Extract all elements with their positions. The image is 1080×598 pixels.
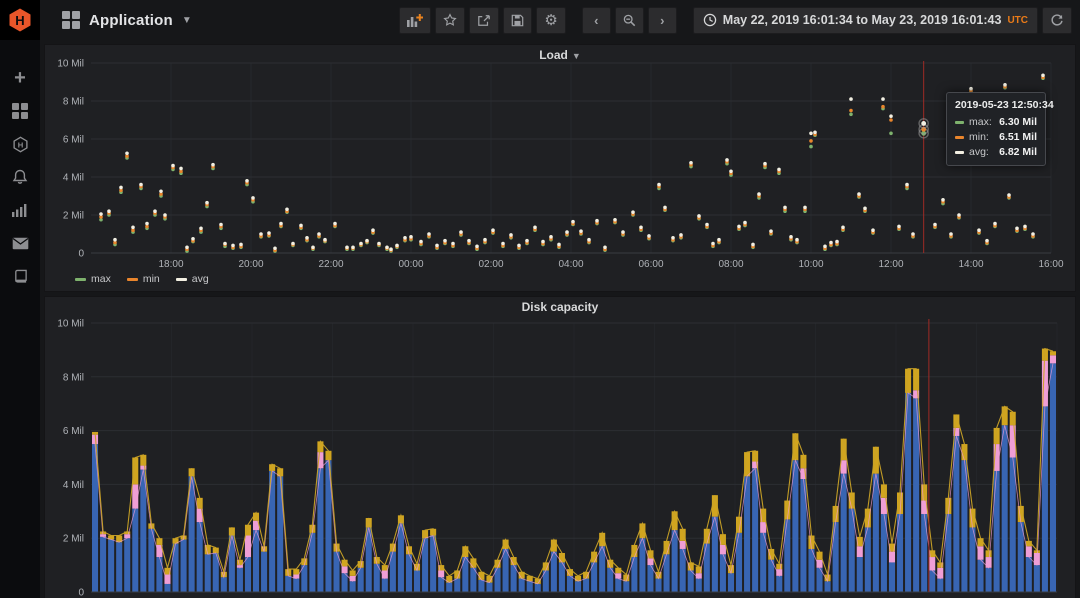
save-button[interactable] <box>503 7 532 34</box>
clock-icon <box>703 13 717 27</box>
panel-disk-title[interactable]: Disk capacity <box>45 300 1075 314</box>
dashboards-grid-glyph <box>12 103 28 119</box>
dashboard-title-caret-icon[interactable]: ▼ <box>182 15 192 26</box>
svg-text:6 Mil: 6 Mil <box>63 426 84 437</box>
add-icon[interactable]: + <box>0 70 40 86</box>
svg-text:8 Mil: 8 Mil <box>63 97 84 108</box>
refresh-button[interactable] <box>1042 7 1072 34</box>
time-range-text: May 22, 2019 16:01:34 to May 23, 2019 16… <box>723 13 1002 27</box>
legend-swatch <box>75 278 86 281</box>
legend-item-min[interactable]: min <box>127 273 160 285</box>
share-button[interactable] <box>469 7 499 34</box>
series-label: min: <box>969 131 989 143</box>
grafana-hex-logo-icon: H <box>7 7 33 33</box>
grafana-logo[interactable]: H <box>0 0 40 40</box>
dashboard-title[interactable]: Application <box>89 12 173 29</box>
zoom-out-button[interactable] <box>615 7 644 34</box>
svg-text:02:00: 02:00 <box>478 259 503 270</box>
time-back-button[interactable]: ‹ <box>582 7 611 34</box>
svg-text:0: 0 <box>78 249 84 260</box>
dashboard-picker-icon[interactable] <box>62 11 80 29</box>
load-legend: max min avg <box>75 273 209 285</box>
svg-text:18:00: 18:00 <box>158 259 183 270</box>
settings-gear-button[interactable]: ⚙ <box>536 7 565 34</box>
tooltip-row-max: max: 6.30 Mil <box>955 116 1037 128</box>
svg-text:6 Mil: 6 Mil <box>63 135 84 146</box>
plugins-hex-icon[interactable]: H <box>0 136 40 152</box>
legend-label: max <box>91 273 111 285</box>
panel-disk-capacity: Disk capacity 0 2 Mil 4 Mil 6 Mil 8 Mil 10 Mi… <box>44 296 1076 598</box>
series-swatch <box>955 136 964 139</box>
sidebar: H + H <box>0 0 40 598</box>
legend-swatch <box>176 278 187 281</box>
series-swatch <box>955 121 964 124</box>
series-label: avg: <box>969 146 989 158</box>
svg-text:22:00: 22:00 <box>318 259 343 270</box>
svg-text:0: 0 <box>78 588 84 598</box>
svg-text:10 Mil: 10 Mil <box>57 319 84 330</box>
metrics-signal-icon[interactable] <box>0 202 40 218</box>
top-navbar: Application ▼ ⚙ ‹ › <box>40 0 1080 40</box>
messages-envelope-icon[interactable] <box>0 235 40 251</box>
load-scatter-plot[interactable]: 02 Mil4 Mil6 Mil8 Mil10 Mil18:0020:0022:… <box>45 45 1077 293</box>
legend-label: avg <box>192 273 209 285</box>
panel-load: Load▼ 02 Mil4 Mil6 Mil8 Mil10 Mil18:0020… <box>44 44 1076 292</box>
svg-text:06:00: 06:00 <box>638 259 663 270</box>
panel-menu-caret-icon[interactable]: ▼ <box>572 51 581 61</box>
graph-tooltip: 2019-05-23 12:50:34 max: 6.30 Mil min: 6.51… <box>946 92 1046 166</box>
svg-text:14:00: 14:00 <box>958 259 983 270</box>
legend-swatch <box>127 278 138 281</box>
add-panel-button[interactable] <box>399 7 431 34</box>
series-value: 6.82 Mil <box>999 146 1037 158</box>
series-value: 6.51 Mil <box>999 131 1037 143</box>
legend-item-max[interactable]: max <box>75 273 111 285</box>
svg-text:16:00: 16:00 <box>1038 259 1063 270</box>
tooltip-row-min: min: 6.51 Mil <box>955 131 1037 143</box>
dashboards-icon[interactable] <box>0 103 40 119</box>
time-range-picker[interactable]: May 22, 2019 16:01:34 to May 23, 2019 16… <box>693 7 1038 34</box>
svg-text:H: H <box>15 13 24 28</box>
docs-book-icon[interactable] <box>0 268 40 284</box>
svg-text:2 Mil: 2 Mil <box>63 211 84 222</box>
series-label: max: <box>969 116 992 128</box>
svg-text:10:00: 10:00 <box>798 259 823 270</box>
tooltip-row-avg: avg: 6.82 Mil <box>955 146 1037 158</box>
panel-load-title[interactable]: Load▼ <box>45 48 1075 62</box>
legend-label: min <box>143 273 160 285</box>
star-button[interactable] <box>435 7 465 34</box>
tooltip-timestamp: 2019-05-23 12:50:34 <box>955 99 1037 111</box>
svg-text:H: H <box>17 140 23 149</box>
series-value: 6.30 Mil <box>999 116 1037 128</box>
time-forward-button[interactable]: › <box>648 7 677 34</box>
svg-text:8 Mil: 8 Mil <box>63 372 84 383</box>
svg-text:4 Mil: 4 Mil <box>63 480 84 491</box>
disk-capacity-bar-chart[interactable]: 0 2 Mil 4 Mil 6 Mil 8 Mil 10 Mil <box>45 297 1077 598</box>
timezone-badge: UTC <box>1007 15 1028 26</box>
legend-item-avg[interactable]: avg <box>176 273 209 285</box>
svg-text:12:00: 12:00 <box>878 259 903 270</box>
series-swatch <box>955 151 964 154</box>
svg-text:4 Mil: 4 Mil <box>63 173 84 184</box>
svg-text:20:00: 20:00 <box>238 259 263 270</box>
grafana-dashboard: H + H Application <box>0 0 1080 598</box>
svg-text:08:00: 08:00 <box>718 259 743 270</box>
svg-text:00:00: 00:00 <box>398 259 423 270</box>
svg-text:2 Mil: 2 Mil <box>63 534 84 545</box>
svg-text:04:00: 04:00 <box>558 259 583 270</box>
alerting-bell-icon[interactable] <box>0 169 40 185</box>
